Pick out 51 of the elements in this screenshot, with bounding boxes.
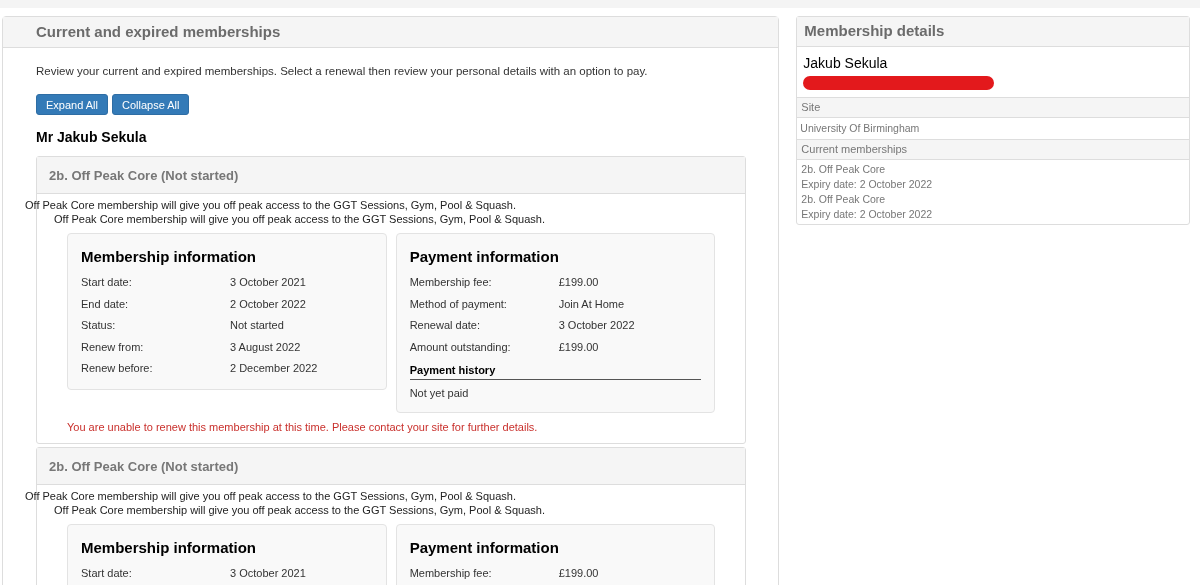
membership-name: 2b. Off Peak Core: [801, 192, 887, 207]
description-text: Off Peak Core membership will give you off peak access to the GGT Sessions, Gym, Pool & Squash.: [25, 198, 517, 213]
warning-text: You are unable to renew this membership at this time. Please contact your site for further details.: [66, 419, 539, 435]
field-value: 3 August 2022: [230, 339, 301, 355]
panel-title: Current and expired memberships: [36, 21, 281, 42]
membership-header[interactable]: 2b. Off Peak Core (Not started): [37, 157, 746, 195]
description-text: Off Peak Core membership will give you off peak access to the GGT Sessions, Gym, Pool & Squash.: [53, 212, 546, 227]
field-value: £199.00: [558, 339, 599, 355]
section-heading: Payment history: [409, 361, 702, 381]
section-header: Site: [797, 97, 1189, 118]
expiry-date: Expiry date: 2 October 2022: [801, 207, 934, 222]
card-title: Membership information: [81, 247, 257, 268]
member-name: Mr Jakub Sekula: [36, 128, 148, 148]
field-value: 3 October 2022: [558, 318, 635, 334]
field-label: Start date:: [81, 566, 133, 582]
field-label: Start date:: [81, 275, 133, 291]
description-text: Off Peak Core membership will give you off peak access to the GGT Sessions, Gym, Pool & Squash.: [53, 503, 546, 518]
action-button[interactable]: Expand All: [36, 94, 108, 116]
membership-title: 2b. Off Peak Core (Not started): [49, 457, 239, 476]
card-title: Membership information: [81, 538, 257, 559]
field-label: Amount outstanding:: [409, 339, 512, 355]
membership-header[interactable]: 2b. Off Peak Core (Not started): [37, 448, 746, 486]
field-label: End date:: [81, 296, 130, 312]
card-title: Payment information: [409, 538, 560, 559]
field-value: £199.00: [558, 566, 599, 582]
membership-name: 2b. Off Peak Core: [801, 162, 887, 177]
card-title: Payment information: [409, 247, 560, 268]
field-label: Method of payment:: [409, 296, 508, 312]
field-label: Membership fee:: [409, 566, 493, 582]
field-label: Renewal date:: [409, 318, 481, 334]
history-text: Not yet paid: [409, 386, 470, 402]
field-value: Join At Home: [558, 296, 625, 312]
panel-title: Membership details: [804, 21, 945, 42]
field-value: Not started: [230, 318, 284, 334]
expiry-date: Expiry date: 2 October 2022: [801, 177, 934, 192]
field-label: Status:: [81, 318, 117, 334]
description-text: Off Peak Core membership will give you off peak access to the GGT Sessions, Gym, Pool & Squash.: [25, 489, 517, 504]
section-header: Current memberships: [797, 139, 1189, 160]
intro-text: Review your current and expired memberships. Select a renewal then review your personal details with an option to pay.: [36, 64, 649, 79]
site-text: University Of Birmingham: [799, 120, 921, 136]
member-name: Jakub Sekula: [803, 54, 889, 73]
field-value: 3 October 2021: [230, 275, 306, 291]
field-value: 2 October 2022: [230, 296, 306, 312]
action-button[interactable]: Collapse All: [112, 94, 190, 116]
field-label: Membership fee:: [409, 275, 493, 291]
field-label: Renew before:: [81, 361, 154, 377]
field-value: 3 October 2021: [230, 566, 306, 582]
field-value: £199.00: [558, 275, 599, 291]
field-label: Renew from:: [81, 339, 145, 355]
membership-title: 2b. Off Peak Core (Not started): [49, 166, 239, 185]
field-value: 2 December 2022: [230, 361, 318, 377]
